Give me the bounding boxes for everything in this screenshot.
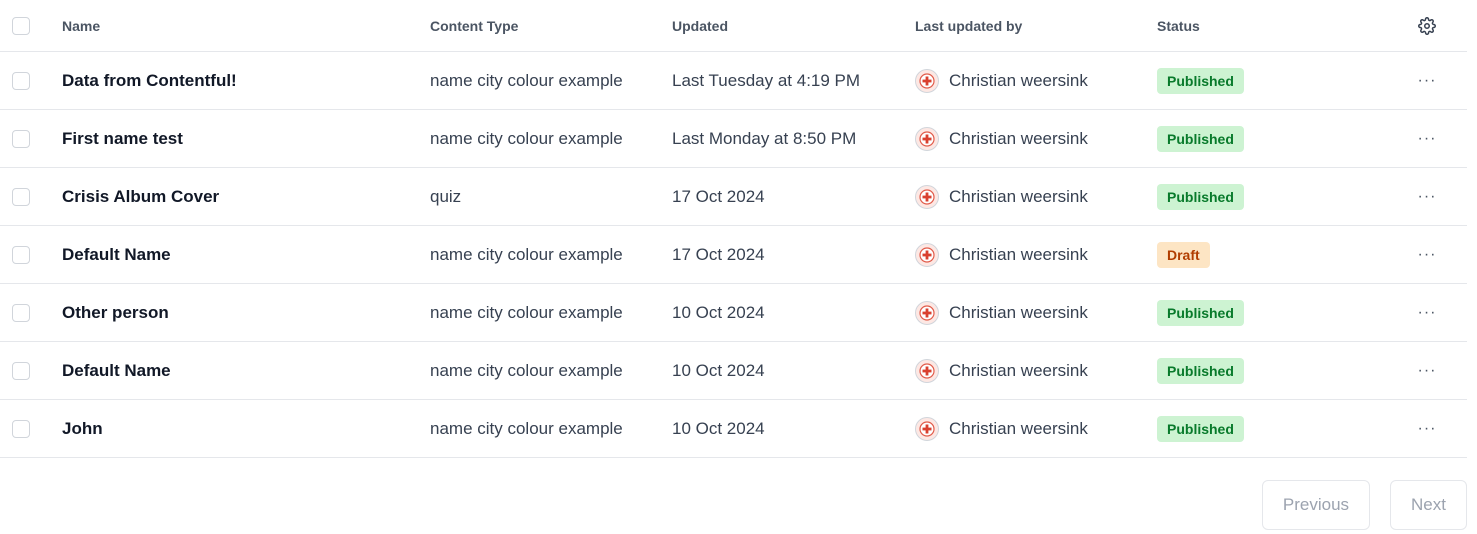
- row-checkbox[interactable]: [12, 71, 30, 90]
- entry-name[interactable]: Default Name: [62, 245, 171, 265]
- content-type: name city colour example: [430, 128, 623, 148]
- avatar: [915, 242, 939, 267]
- updated-by-name: Christian weersink: [949, 302, 1088, 322]
- entry-name[interactable]: Crisis Album Cover: [62, 187, 219, 207]
- more-options-icon[interactable]: ···: [1418, 362, 1437, 380]
- column-header-updated[interactable]: Updated: [672, 0, 728, 51]
- table-row[interactable]: Crisis Album Cover quiz 17 Oct 2024 Christi…: [0, 168, 1467, 226]
- updated-time: 17 Oct 2024: [672, 244, 765, 264]
- updated-time: 17 Oct 2024: [672, 186, 765, 206]
- status-badge-published: Published: [1157, 183, 1244, 210]
- avatar: [915, 358, 939, 383]
- pagination: Previous Next: [1261, 480, 1467, 530]
- status-badge-published: Published: [1157, 125, 1244, 152]
- content-type: name city colour example: [430, 302, 623, 322]
- table-row[interactable]: John name city colour example 10 Oct 2024 C…: [0, 400, 1467, 458]
- entry-name[interactable]: Other person: [62, 303, 169, 323]
- avatar: [915, 68, 939, 93]
- gear-icon[interactable]: [1418, 16, 1436, 35]
- select-all-checkbox[interactable]: [12, 16, 30, 35]
- next-button[interactable]: Next: [1390, 480, 1467, 530]
- updated-by-name: Christian weersink: [949, 244, 1088, 264]
- column-header-status[interactable]: Status: [1157, 0, 1200, 51]
- entries-table: Name Content Type Updated Last updated b…: [0, 0, 1467, 458]
- status-badge-draft: Draft: [1157, 241, 1210, 268]
- table-header: Name Content Type Updated Last updated b…: [0, 0, 1467, 52]
- updated-by-name: Christian weersink: [949, 128, 1088, 148]
- content-type: quiz: [430, 186, 462, 206]
- updated-time: 10 Oct 2024: [672, 302, 765, 322]
- content-type: name city colour example: [430, 360, 623, 380]
- updated-by-name: Christian weersink: [949, 418, 1088, 438]
- updated-time: 10 Oct 2024: [672, 360, 765, 380]
- row-checkbox[interactable]: [12, 419, 30, 438]
- updated-time: Last Monday at 8:50 PM: [672, 128, 857, 148]
- entry-name[interactable]: First name test: [62, 129, 183, 149]
- column-header-name[interactable]: Name: [62, 0, 100, 51]
- entry-name[interactable]: Data from Contentful!: [62, 71, 237, 91]
- column-header-last-updated-by[interactable]: Last updated by: [915, 0, 1022, 51]
- row-checkbox[interactable]: [12, 129, 30, 148]
- table-row[interactable]: Default Name name city colour example 17 O…: [0, 226, 1467, 284]
- status-badge-published: Published: [1157, 299, 1244, 326]
- row-checkbox[interactable]: [12, 303, 30, 322]
- more-options-icon[interactable]: ···: [1418, 304, 1437, 322]
- entry-name[interactable]: Default Name: [62, 361, 171, 381]
- table-row[interactable]: Data from Contentful! name city colour ex…: [0, 52, 1467, 110]
- content-type: name city colour example: [430, 244, 623, 264]
- table-row[interactable]: First name test name city colour example L…: [0, 110, 1467, 168]
- more-options-icon[interactable]: ···: [1418, 246, 1437, 264]
- avatar: [915, 126, 939, 151]
- updated-by-name: Christian weersink: [949, 70, 1088, 90]
- table-row[interactable]: Default Name name city colour example 10 O…: [0, 342, 1467, 400]
- more-options-icon[interactable]: ···: [1418, 188, 1437, 206]
- updated-by-name: Christian weersink: [949, 186, 1088, 206]
- table-row[interactable]: Other person name city colour example 10 O…: [0, 284, 1467, 342]
- updated-time: 10 Oct 2024: [672, 418, 765, 438]
- row-checkbox[interactable]: [12, 245, 30, 264]
- more-options-icon[interactable]: ···: [1418, 130, 1437, 148]
- status-badge-published: Published: [1157, 415, 1244, 442]
- row-checkbox[interactable]: [12, 361, 30, 380]
- updated-time: Last Tuesday at 4:19 PM: [672, 70, 861, 90]
- content-type: name city colour example: [430, 418, 623, 438]
- more-options-icon[interactable]: ···: [1418, 420, 1437, 438]
- entry-name[interactable]: John: [62, 419, 103, 439]
- column-header-content-type[interactable]: Content Type: [430, 0, 518, 51]
- content-type: name city colour example: [430, 70, 623, 90]
- more-options-icon[interactable]: ···: [1418, 72, 1437, 90]
- status-badge-published: Published: [1157, 357, 1244, 384]
- avatar: [915, 416, 939, 441]
- avatar: [915, 300, 939, 325]
- updated-by-name: Christian weersink: [949, 360, 1088, 380]
- avatar: [915, 184, 939, 209]
- status-badge-published: Published: [1157, 67, 1244, 94]
- row-checkbox[interactable]: [12, 187, 30, 206]
- table-body: Data from Contentful! name city colour ex…: [0, 52, 1467, 458]
- previous-button[interactable]: Previous: [1261, 480, 1371, 530]
